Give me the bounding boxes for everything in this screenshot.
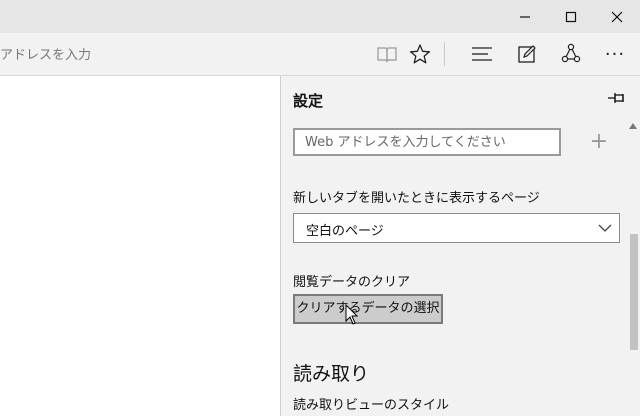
- choose-data-to-clear-button[interactable]: クリアするデータの選択: [293, 294, 443, 324]
- scroll-thumb[interactable]: [630, 234, 638, 350]
- scroll-up-arrow-icon[interactable]: [629, 122, 637, 131]
- maximize-icon: [565, 11, 577, 22]
- settings-title: 設定: [293, 92, 324, 110]
- new-tab-selected-value: 空白のページ: [306, 224, 384, 239]
- clear-data-label: 閲覧データのクリア: [293, 275, 411, 290]
- toolbar-divider: [444, 42, 445, 66]
- add-page-button[interactable]: +: [587, 128, 611, 156]
- chevron-down-icon: [598, 224, 612, 232]
- share-icon: [561, 43, 581, 63]
- maximize-button[interactable]: [548, 0, 594, 33]
- address-bar[interactable]: アドレスを入力: [0, 44, 91, 63]
- close-icon: [611, 11, 623, 22]
- settings-pane: 設定 + 新しいタブを開いたときに表示するページ 空白のページ 閲覧データのクリ…: [280, 76, 640, 416]
- settings-scrollbar[interactable]: [627, 122, 639, 416]
- pin-icon: [608, 93, 624, 103]
- favorites-button[interactable]: [403, 37, 437, 71]
- new-tab-select[interactable]: 空白のページ: [293, 213, 620, 243]
- minimize-button[interactable]: [502, 0, 548, 33]
- address-toolbar: アドレスを入力 ···: [0, 33, 640, 76]
- minimize-icon: [520, 15, 530, 18]
- hub-icon: [472, 47, 492, 61]
- title-bar: [0, 0, 640, 33]
- reading-view-style-label: 読み取りビューのスタイル: [293, 398, 450, 413]
- new-tab-label: 新しいタブを開いたときに表示するページ: [293, 191, 540, 206]
- web-address-input[interactable]: [293, 128, 561, 156]
- page-content: [0, 76, 280, 416]
- mouse-cursor-icon: [345, 304, 359, 325]
- web-note-icon: [518, 45, 536, 63]
- close-button[interactable]: [594, 0, 640, 33]
- reading-view-button[interactable]: [370, 37, 404, 71]
- share-button[interactable]: [554, 37, 588, 71]
- reading-view-icon: [377, 47, 397, 63]
- web-note-button[interactable]: [510, 37, 544, 71]
- favorite-star-icon: [409, 44, 431, 64]
- pin-pane-button[interactable]: [607, 90, 627, 106]
- reading-section-heading: 読み取り: [293, 363, 370, 385]
- hub-button[interactable]: [465, 37, 499, 71]
- more-icon[interactable]: ···: [598, 37, 632, 71]
